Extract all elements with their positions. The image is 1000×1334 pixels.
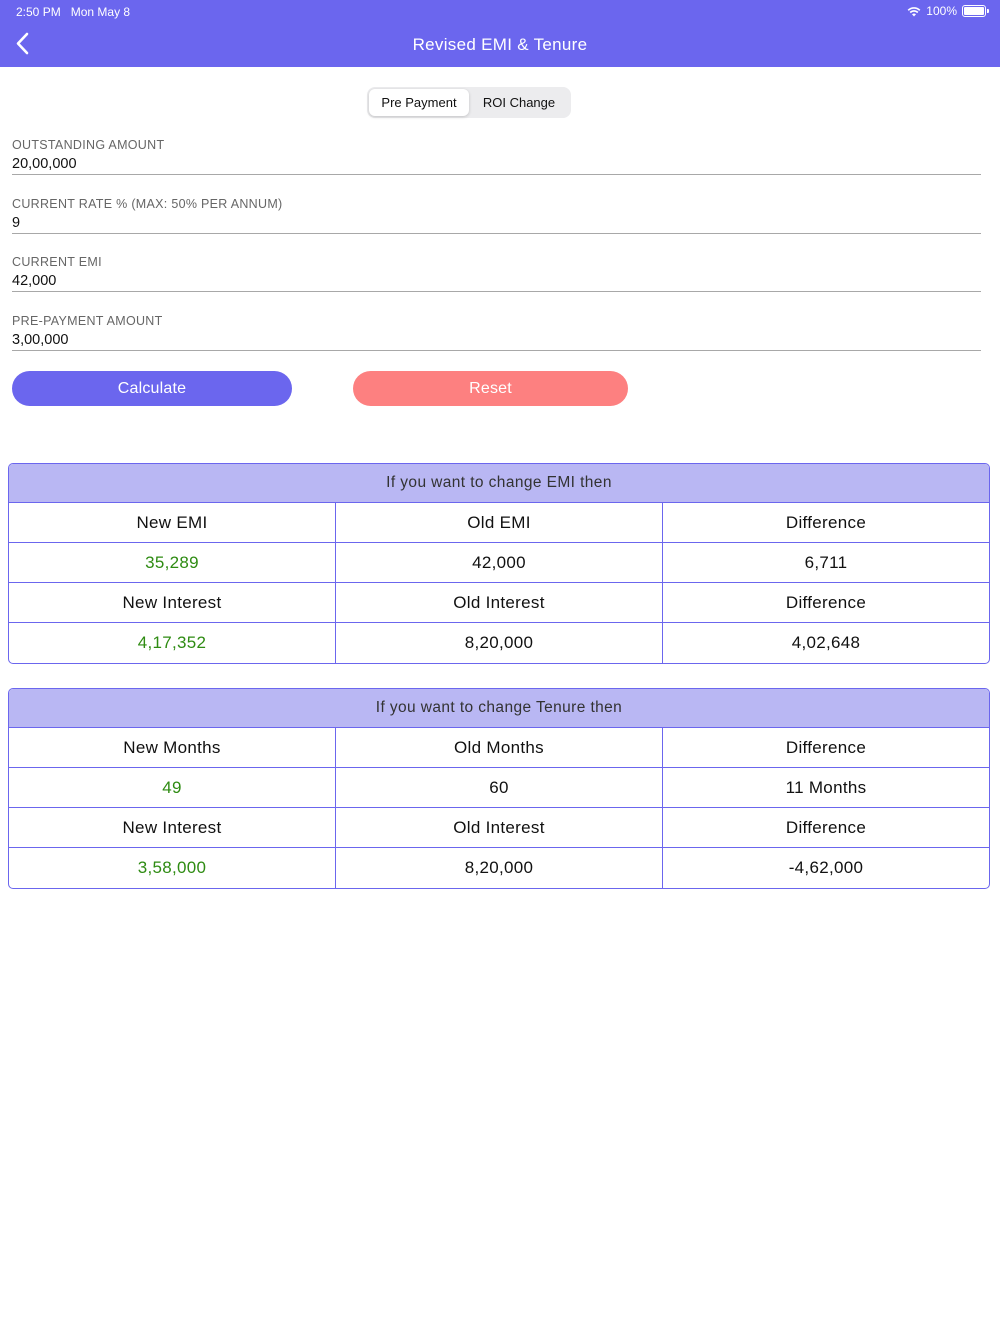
interest-difference-value: -4,62,000 xyxy=(788,858,864,877)
battery-icon xyxy=(962,5,989,17)
old-months-header: Old Months xyxy=(336,728,663,767)
current-rate-field: CURRENT RATE % (MAX: 50% PER ANNUM) xyxy=(12,197,981,234)
status-clock: 2:50 PM xyxy=(16,5,61,19)
current-emi-field: CURRENT EMI xyxy=(12,255,981,292)
prepayment-amount-input[interactable] xyxy=(12,328,981,350)
battery-percent: 100% xyxy=(926,4,957,18)
old-emi-value: 42,000 xyxy=(336,543,663,582)
table-row: 35,289 42,000 6,711 xyxy=(9,543,989,583)
nav-bar: 2:50 PM Mon May 8 100% Revised EMI & Ten… xyxy=(0,0,1000,67)
new-interest-header: New Interest xyxy=(9,808,336,847)
segment-roi-change[interactable]: ROI Change xyxy=(469,89,569,116)
table-row: New Interest Old Interest Difference xyxy=(9,808,989,848)
table-row: 3,58,000 8,20,000 -4,62,000 xyxy=(9,848,989,888)
emi-difference-header: Difference xyxy=(785,512,867,532)
old-months-value: 60 xyxy=(336,768,663,807)
old-interest-value: 8,20,000 xyxy=(336,623,663,663)
new-interest-header: New Interest xyxy=(9,583,336,622)
new-interest-value: 3,58,000 xyxy=(9,848,336,888)
emi-card-title: If you want to change EMI then xyxy=(9,464,989,503)
table-row: New Months Old Months Difference xyxy=(9,728,989,768)
table-row: New Interest Old Interest Difference xyxy=(9,583,989,623)
current-rate-label: CURRENT RATE % (MAX: 50% PER ANNUM) xyxy=(12,197,283,211)
wifi-icon xyxy=(907,6,921,16)
table-row: 4,17,352 8,20,000 4,02,648 xyxy=(9,623,989,663)
old-interest-header: Old Interest xyxy=(336,583,663,622)
old-interest-header: Old Interest xyxy=(336,808,663,847)
prepayment-amount-field: PRE-PAYMENT AMOUNT xyxy=(12,314,981,351)
months-difference-value: 11 Months xyxy=(785,777,867,797)
current-emi-input[interactable] xyxy=(12,269,981,291)
table-row: 49 60 11 Months xyxy=(9,768,989,808)
table-row: New EMI Old EMI Difference xyxy=(9,503,989,543)
old-interest-value: 8,20,000 xyxy=(336,848,663,888)
status-date: Mon May 8 xyxy=(70,5,131,19)
page-title: Revised EMI & Tenure xyxy=(412,35,588,54)
current-emi-label: CURRENT EMI xyxy=(12,255,102,269)
outstanding-amount-label: OUTSTANDING AMOUNT xyxy=(12,138,165,152)
new-interest-value: 4,17,352 xyxy=(9,623,336,663)
emi-difference-value: 6,711 xyxy=(804,552,848,572)
new-emi-header: New EMI xyxy=(9,503,336,542)
mode-segmented-control: Pre Payment ROI Change xyxy=(367,87,571,118)
new-months-value: 49 xyxy=(9,768,336,807)
new-emi-value: 35,289 xyxy=(9,543,336,582)
months-difference-header: Difference xyxy=(785,737,867,757)
new-months-header: New Months xyxy=(9,728,336,767)
outstanding-amount-field: OUTSTANDING AMOUNT xyxy=(12,138,981,175)
interest-difference-value: 4,02,648 xyxy=(791,633,861,652)
interest-difference-header: Difference xyxy=(785,592,867,612)
interest-difference-header: Difference xyxy=(785,817,867,837)
segment-pre-payment[interactable]: Pre Payment xyxy=(369,89,469,116)
calculate-button[interactable]: Calculate xyxy=(12,371,292,406)
outstanding-amount-input[interactable] xyxy=(12,152,981,174)
tenure-card-title: If you want to change Tenure then xyxy=(9,689,989,728)
emi-change-card: If you want to change EMI then New EMI O… xyxy=(8,463,990,664)
status-time: 2:50 PM Mon May 8 xyxy=(16,5,130,19)
reset-button[interactable]: Reset xyxy=(353,371,628,406)
prepayment-amount-label: PRE-PAYMENT AMOUNT xyxy=(12,314,163,328)
status-indicators: 100% xyxy=(907,4,989,18)
old-emi-header: Old EMI xyxy=(336,503,663,542)
tenure-change-card: If you want to change Tenure then New Mo… xyxy=(8,688,990,889)
current-rate-input[interactable] xyxy=(12,211,981,233)
